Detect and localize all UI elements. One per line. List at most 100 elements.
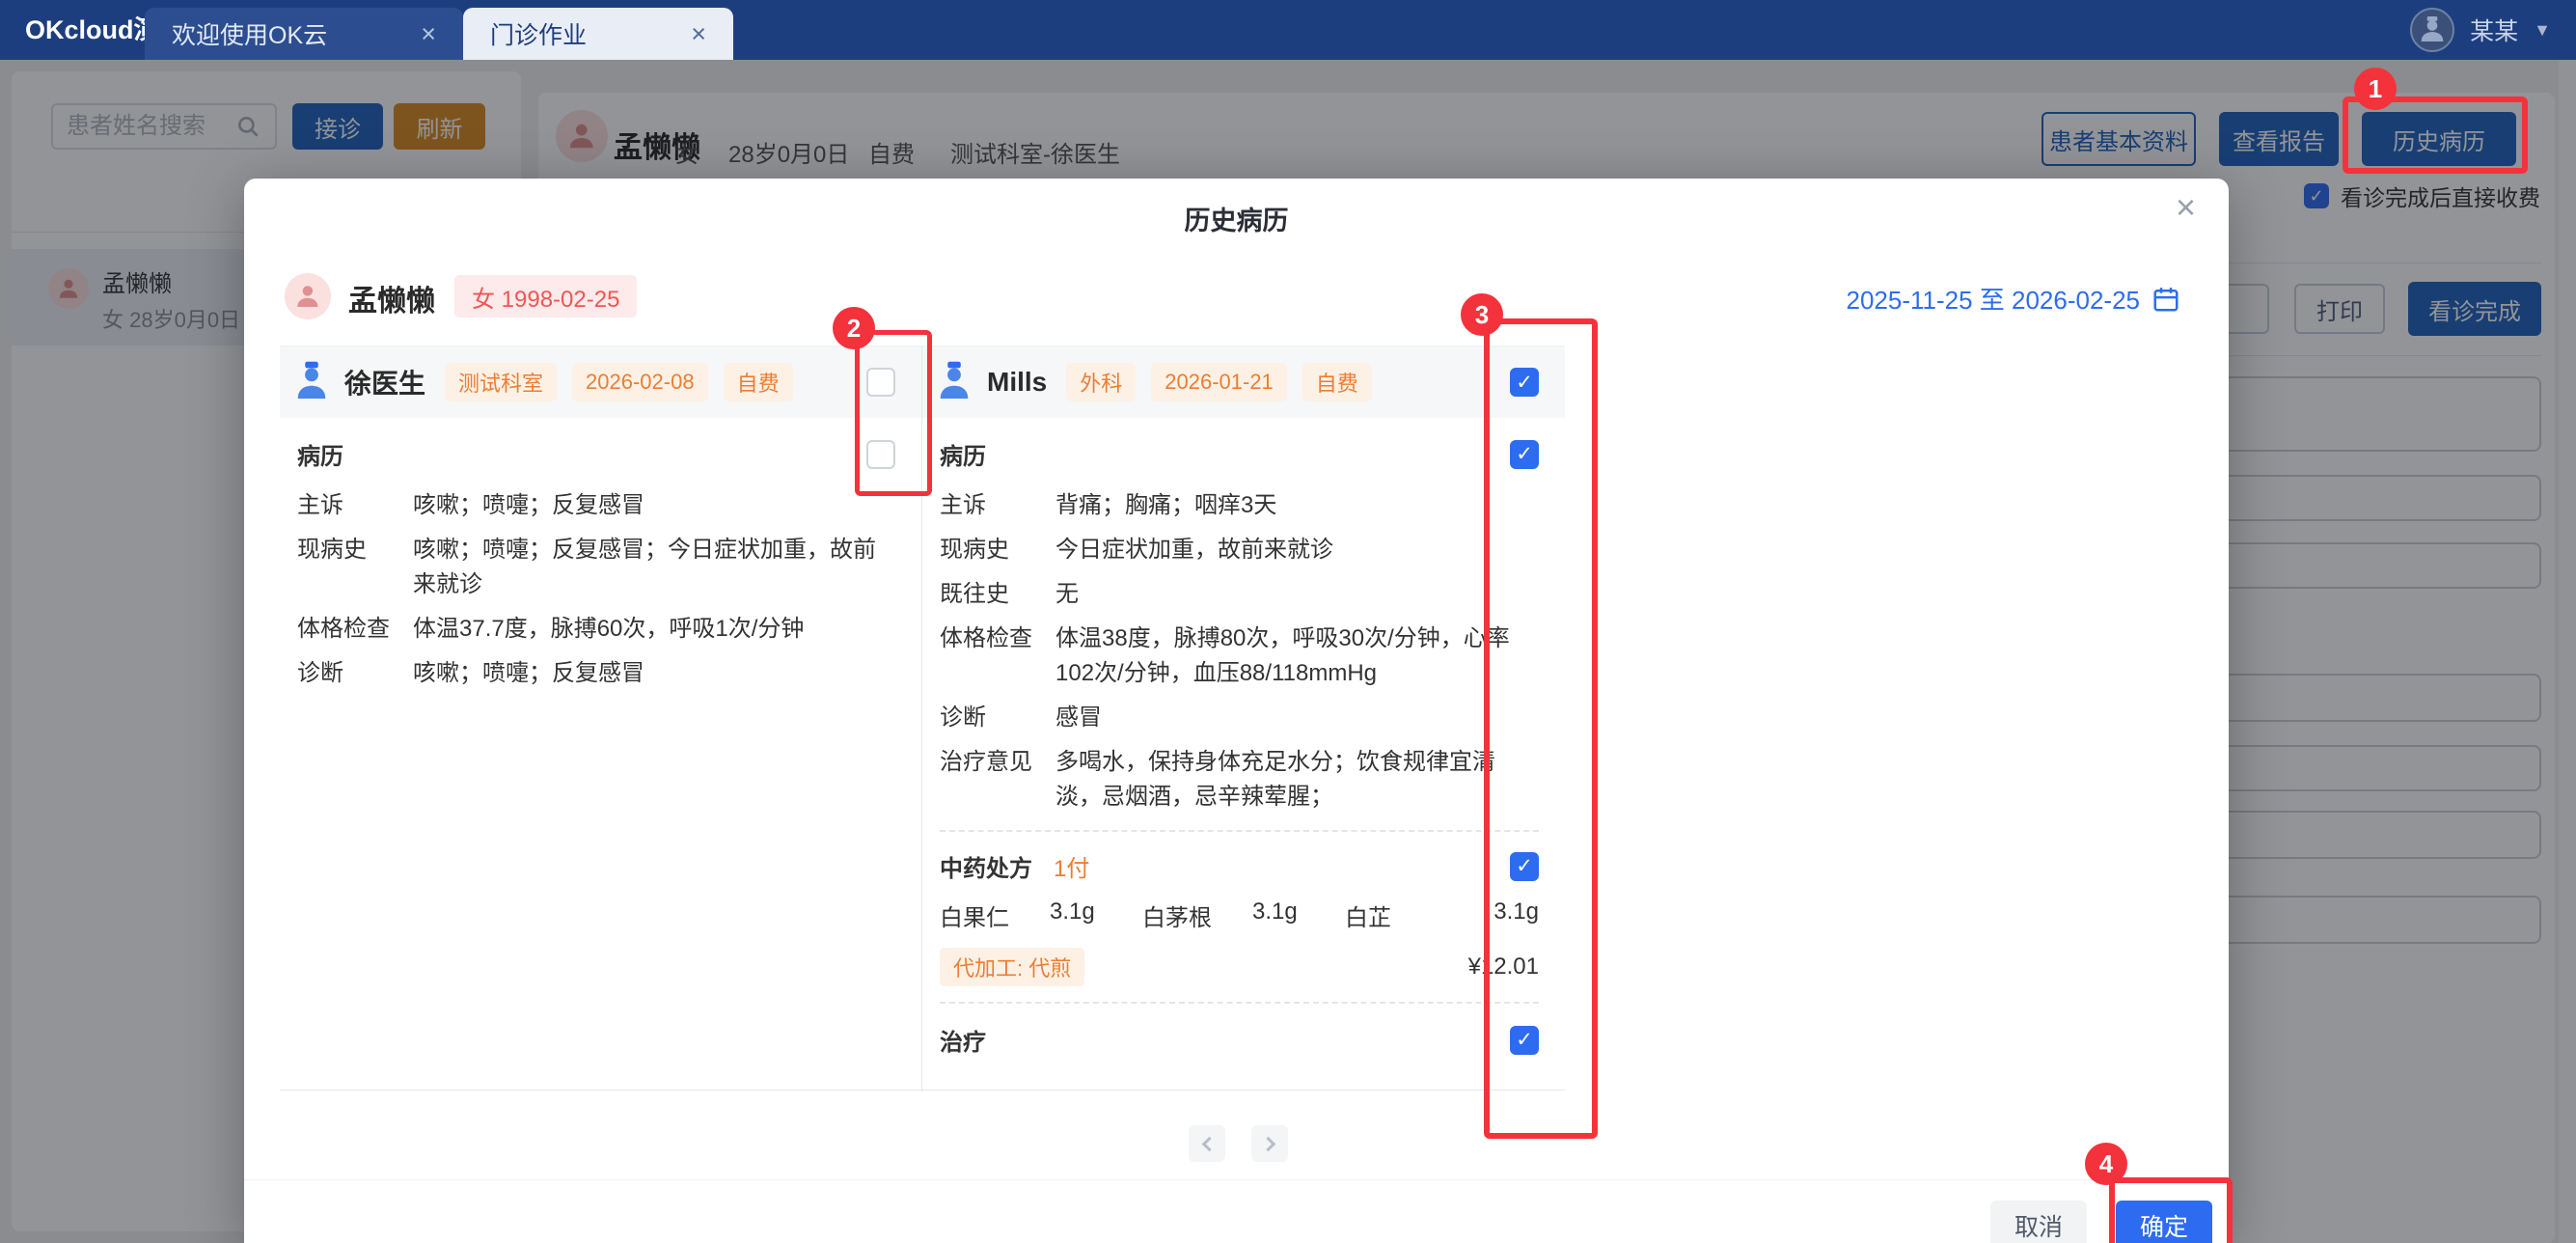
record1-doctor-name: 徐医生 [344,363,425,401]
date-range-text: 2025-11-25 至 2026-02-25 [1846,281,2140,317]
record-field-row: 体格检查 体温37.7度，脉搏60次，呼吸1次/分钟 [297,612,895,647]
record1-dept-tag: 测试科室 [445,363,557,401]
cancel-label: 取消 [2014,1208,2063,1243]
record-column-1: 徐医生 测试科室 2026-02-08 自费 病历 主诉 咳嗽；喷嚏；反复感冒 [280,346,922,1091]
field-label: 体格检查 [297,612,413,647]
dashed-divider [940,1002,1539,1004]
annotation-box-4 [2109,1177,2233,1243]
annotation-box-3 [1484,318,1598,1139]
history-records-modal: 历史病历 × 孟懒懒 女 1998-02-25 2025-11-25 至 202… [244,179,2229,1243]
record2-body: 病历 ✓ 主诉 背痛；胸痛；咽痒3天 现病史 今日症状加重，故前来就诊 既往史 … [922,418,1565,1057]
record1-emr-section-head: 病历 [297,437,895,471]
record-column-2: Mills 外科 2026-01-21 自费 ✓ 病历 ✓ 主诉 背痛；胸痛；咽… [922,346,1565,1091]
tab-outpatient-work[interactable]: 门诊作业 × [463,8,733,60]
record2-pay-tag: 自费 [1302,363,1372,401]
record-field-row: 主诉 咳嗽；喷嚏；反复感冒 [297,488,895,523]
record1-pay-tag: 自费 [724,363,793,401]
modal-patient-avatar-icon [285,273,331,319]
record1-header: 徐医生 测试科室 2026-02-08 自费 [280,346,921,418]
annotation-box-2 [855,330,932,496]
herb-qty: 3.1g [1252,898,1345,932]
herb-name: 白芷 [1345,898,1426,932]
calendar-icon [2151,285,2180,314]
herb-list: 白果仁 3.1g 白茅根 3.1g 白芷 3.1g [940,898,1539,932]
app-page: OKcloud演示 欢迎使用OK云 × 门诊作业 × 某某 ▼ 接诊 刷新 待诊 [0,0,2576,1243]
record2-dept-tag: 外科 [1066,363,1136,401]
field-value: 感冒 [1055,701,1539,735]
record2-emr-section-head: 病历 ✓ [940,437,1539,471]
field-value: 多喝水，保持身体充足水分；饮食规律宜清淡，忌烟酒，忌辛辣荤腥； [1055,745,1539,815]
modal-patient-name: 孟懒懒 [348,277,435,319]
processing-tag: 代加工: 代煎 [940,948,1084,986]
herb-qty: 3.1g [1050,898,1142,932]
user-avatar-icon [2410,8,2454,52]
field-label: 体格检查 [940,622,1055,691]
field-value: 咳嗽；喷嚏；反复感冒 [413,488,895,523]
record1-body: 病历 主诉 咳嗽；喷嚏；反复感冒 现病史 咳嗽；喷嚏；反复感冒；今日症状加重，故… [280,418,921,691]
field-label: 治疗意见 [940,745,1055,815]
tab-welcome[interactable]: 欢迎使用OK云 × [145,8,463,60]
doctor-icon [937,361,972,403]
modal-title: 历史病历 [244,200,2229,237]
herb-name: 白茅根 [1142,898,1252,932]
field-label: 主诉 [940,488,1055,523]
field-label: 既往史 [940,577,1055,612]
pagination-prev-button[interactable] [1189,1125,1225,1162]
field-label: 现病史 [297,533,413,602]
field-value: 体温37.7度，脉搏60次，呼吸1次/分钟 [413,612,895,647]
pagination-next-button[interactable] [1251,1125,1288,1162]
annotation-badge-4: 4 [2085,1143,2127,1185]
record1-emr-title: 病历 [297,437,343,471]
modal-patient-tag: 女 1998-02-25 [454,275,637,318]
chevron-right-icon [1260,1136,1275,1151]
record2-rx-title: 中药处方 [940,849,1032,883]
record-field-row: 体格检查 体温38度，脉搏80次，呼吸30次/分钟，心率102次/分钟，血压88… [940,622,1539,691]
record2-date-tag: 2026-01-21 [1151,363,1287,401]
top-navigation-bar: OKcloud演示 欢迎使用OK云 × 门诊作业 × 某某 ▼ [0,0,2576,60]
user-name: 某某 [2470,13,2518,47]
field-value: 体温38度，脉搏80次，呼吸30次/分钟，心率102次/分钟，血压88/118m… [1055,622,1539,691]
dashed-divider [940,830,1539,832]
record-field-row: 治疗意见 多喝水，保持身体充足水分；饮食规律宜清淡，忌烟酒，忌辛辣荤腥； [940,745,1539,815]
record-field-row: 现病史 咳嗽；喷嚏；反复感冒；今日症状加重，故前来就诊 [297,533,895,602]
date-range-picker[interactable]: 2025-11-25 至 2026-02-25 [1846,281,2180,317]
tab-welcome-label: 欢迎使用OK云 [172,16,327,51]
close-icon[interactable]: × [691,19,706,49]
processing-row: 代加工: 代煎 ¥12.01 [940,948,1539,986]
record2-emr-title: 病历 [940,437,986,471]
herb-name: 白果仁 [940,898,1050,932]
record2-header: Mills 外科 2026-01-21 自费 ✓ [922,346,1565,418]
record2-treatment-section-head: 治疗 ✓ [940,1023,1539,1057]
record2-rx-section-head: 中药处方 1付 ✓ [940,849,1539,883]
record1-date-tag: 2026-02-08 [572,363,708,401]
field-value: 无 [1055,577,1539,612]
annotation-badge-2: 2 [833,307,875,349]
field-label: 诊断 [297,656,413,691]
cancel-button[interactable]: 取消 [1990,1201,2087,1243]
record2-rx-count: 1付 [1054,849,1089,883]
field-value: 今日症状加重，故前来就诊 [1055,533,1539,567]
field-value: 背痛；胸痛；咽痒3天 [1055,488,1539,523]
record2-doctor-name: Mills [987,367,1047,398]
record-field-row: 主诉 背痛；胸痛；咽痒3天 [940,488,1539,523]
record-field-row: 诊断 咳嗽；喷嚏；反复感冒 [297,656,895,691]
annotation-badge-3: 3 [1461,293,1503,336]
tab-outpatient-label: 门诊作业 [490,16,587,51]
field-label: 诊断 [940,701,1055,735]
chevron-left-icon [1201,1136,1217,1151]
close-icon[interactable]: × [2176,190,2196,225]
record2-treatment-title: 治疗 [940,1023,986,1057]
field-value: 咳嗽；喷嚏；反复感冒；今日症状加重，故前来就诊 [413,533,895,602]
annotation-badge-1: 1 [2354,68,2397,110]
chevron-down-icon: ▼ [2534,20,2551,41]
user-menu[interactable]: 某某 ▼ [2410,0,2551,60]
field-value: 咳嗽；喷嚏；反复感冒 [413,656,895,691]
doctor-icon [294,361,329,403]
record-field-row: 诊断 感冒 [940,701,1539,735]
modal-footer-divider [244,1179,2229,1180]
record-field-row: 既往史 无 [940,577,1539,612]
close-icon[interactable]: × [421,19,436,49]
record-field-row: 现病史 今日症状加重，故前来就诊 [940,533,1539,567]
field-label: 主诉 [297,488,413,523]
field-label: 现病史 [940,533,1055,567]
